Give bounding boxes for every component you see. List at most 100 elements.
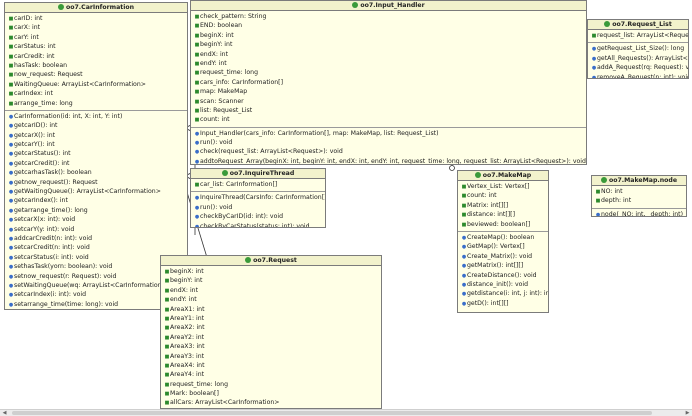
attribute-row[interactable]: ■request_list: ArrayList<Request> bbox=[588, 31, 688, 40]
attribute-row[interactable]: ■AreaY1: int bbox=[161, 314, 381, 323]
method-row[interactable]: ●CarInformation(id: int, X: int, Y: int) bbox=[5, 112, 187, 121]
attribute-row[interactable]: ■distance: int[][] bbox=[458, 210, 548, 219]
attribute-row[interactable]: ■endY: int bbox=[161, 295, 381, 304]
method-text: check(request_list: ArrayList<Request>):… bbox=[200, 148, 343, 156]
attribute-text: AreaX1: int bbox=[170, 305, 205, 313]
attribute-row[interactable]: ■carY: int bbox=[5, 33, 187, 42]
method-row[interactable]: ●CreateMap(): boolean bbox=[458, 233, 548, 242]
method-row[interactable]: ●run(): void bbox=[191, 203, 325, 212]
attribute-row[interactable]: ■END: boolean bbox=[191, 21, 586, 30]
attribute-row[interactable]: ■arrange_time: long bbox=[5, 99, 187, 108]
method-row[interactable]: ●getcarhasTask(): boolean bbox=[5, 168, 187, 177]
method-row[interactable]: ●addcarCredit(n: int): void bbox=[5, 234, 187, 243]
class-inquirethread[interactable]: oo7.InquireThread ■car_list: CarInformat… bbox=[190, 168, 326, 228]
class-header: oo7.InquireThread bbox=[191, 169, 325, 179]
method-row[interactable]: ●run(): void bbox=[191, 138, 586, 147]
method-row[interactable]: ●Input_Handler(cars_info: CarInformation… bbox=[191, 129, 586, 138]
attribute-row[interactable]: ■scan: Scanner bbox=[191, 97, 586, 106]
attribute-row[interactable]: ■now_request: Request bbox=[5, 70, 187, 79]
method-row[interactable]: ●InquireThread(CarsInfo: CarInformation[… bbox=[191, 193, 325, 202]
method-row[interactable]: ●getMatrix(): int[][] bbox=[458, 261, 548, 270]
method-row[interactable]: ●setcarX(x: int): void bbox=[5, 215, 187, 224]
method-row[interactable]: ●getnow_request(): Request bbox=[5, 178, 187, 187]
attribute-row[interactable]: ■NO: int bbox=[592, 187, 686, 196]
attribute-row[interactable]: ■beginY: int bbox=[191, 40, 586, 49]
method-row[interactable]: ●getRequest_List_Size(): long bbox=[588, 44, 688, 53]
method-row[interactable]: ●getcarStatus(): int bbox=[5, 149, 187, 158]
method-row[interactable]: ●checkByCarStatus(status: int): void bbox=[191, 222, 325, 227]
class-makemap-node[interactable]: oo7.MakeMap.node ■NO: int ■depth: int ●no… bbox=[591, 175, 687, 217]
method-row[interactable]: ●getcarX(): int bbox=[5, 131, 187, 140]
attribute-row[interactable]: ■Matrix: int[][] bbox=[458, 201, 548, 210]
methods-section: ●node(_NO: int, _depth: int) bbox=[592, 209, 686, 216]
scroll-right-icon[interactable]: ▶ bbox=[684, 410, 691, 416]
attribute-row[interactable]: ■AreaY3: int bbox=[161, 352, 381, 361]
attribute-row[interactable]: ■carID: int bbox=[5, 14, 187, 23]
method-row[interactable]: ●check(request_list: ArrayList<Request>)… bbox=[191, 147, 586, 156]
attribute-row[interactable]: ■AreaX4: int bbox=[161, 361, 381, 370]
method-row[interactable]: ●node(_NO: int, _depth: int) bbox=[592, 210, 686, 216]
attribute-row[interactable]: ■car_list: CarInformation[] bbox=[191, 180, 325, 189]
method-row[interactable]: ●getWaitingQueue(): ArrayList<CarInforma… bbox=[5, 187, 187, 196]
method-row[interactable]: ●removeA_Request(n: int): void bbox=[588, 73, 688, 78]
attribute-row[interactable]: ■AreaY4: int bbox=[161, 370, 381, 379]
method-row[interactable]: ●getcarCredit(): int bbox=[5, 159, 187, 168]
class-request[interactable]: oo7.Request ■beginX: int ■beginY: int ■end… bbox=[160, 255, 382, 409]
method-row[interactable]: ●GetMap(): Vertex[] bbox=[458, 242, 548, 251]
method-text: getcarY(): int bbox=[14, 141, 55, 149]
attribute-row[interactable]: ■AreaX1: int bbox=[161, 305, 381, 314]
method-row[interactable]: ●getD(): int[][] bbox=[458, 299, 548, 308]
methods-section: ●Input_Handler(cars_info: CarInformation… bbox=[191, 128, 586, 164]
attribute-row[interactable]: ■AreaX2: int bbox=[161, 323, 381, 332]
method-row[interactable]: ●setcarY(y: int): void bbox=[5, 225, 187, 234]
attribute-row[interactable]: ■request_time: long bbox=[161, 380, 381, 389]
attribute-row[interactable]: ■list: Request_List bbox=[191, 106, 586, 115]
attribute-row[interactable]: ■carX: int bbox=[5, 23, 187, 32]
method-text: getcarIndex(): int bbox=[14, 197, 68, 205]
attribute-row[interactable]: ■endY: int bbox=[191, 59, 586, 68]
attribute-row[interactable]: ■depth: int bbox=[592, 196, 686, 205]
method-row[interactable]: ●getcarID(): int bbox=[5, 121, 187, 130]
attribute-row[interactable]: ■count: int bbox=[191, 115, 586, 124]
attribute-row[interactable]: ■beginY: int bbox=[161, 276, 381, 285]
attribute-row[interactable]: ■endX: int bbox=[161, 286, 381, 295]
horizontal-scrollbar[interactable]: ◀ ▶ bbox=[0, 409, 692, 416]
attribute-row[interactable]: ■Mark: boolean[] bbox=[161, 389, 381, 398]
attribute-row[interactable]: ■request_time: long bbox=[191, 68, 586, 77]
method-row[interactable]: ●addtoRequest_Array(beginX: int, beginY:… bbox=[191, 157, 586, 164]
method-row[interactable]: ●getAll_Requests(): ArrayList<Request> bbox=[588, 54, 688, 63]
method-row[interactable]: ●getcarIndex(): int bbox=[5, 196, 187, 205]
scroll-left-icon[interactable]: ◀ bbox=[1, 410, 8, 416]
method-row[interactable]: ●setcarCredit(n: int): void bbox=[5, 243, 187, 252]
attribute-row[interactable]: ■check_pattern: String bbox=[191, 12, 586, 21]
class-request-list[interactable]: oo7.Request_List ■request_list: ArrayLis… bbox=[587, 19, 689, 79]
attribute-row[interactable]: ■carStatus: int bbox=[5, 42, 187, 51]
method-row[interactable]: ●getdistance(i: int, j: int): int bbox=[458, 289, 548, 298]
attribute-row[interactable]: ■map: MakeMap bbox=[191, 87, 586, 96]
method-row[interactable]: ●checkByCarID(id: int): void bbox=[191, 212, 325, 221]
method-text: InquireThread(CarsInfo: CarInformation[]… bbox=[200, 194, 325, 202]
attribute-row[interactable]: ■Vertex_List: Vertex[] bbox=[458, 182, 548, 191]
method-row[interactable]: ●Create_Matrix(): void bbox=[458, 252, 548, 261]
attribute-row[interactable]: ■cars_info: CarInformation[] bbox=[191, 78, 586, 87]
attribute-row[interactable]: ■endX: int bbox=[191, 50, 586, 59]
attribute-row[interactable]: ■hasTask: boolean bbox=[5, 61, 187, 70]
method-row[interactable]: ●CreateDistance(): void bbox=[458, 271, 548, 280]
attribute-row[interactable]: ■carCredit: int bbox=[5, 52, 187, 61]
attribute-row[interactable]: ■beginX: int bbox=[161, 267, 381, 276]
class-input-handler[interactable]: oo7.Input_Handler ■check_pattern: String… bbox=[190, 0, 587, 165]
attribute-row[interactable]: ■AreaX3: int bbox=[161, 342, 381, 351]
method-row[interactable]: ●addA_Request(rq: Request): void bbox=[588, 63, 688, 72]
attribute-row[interactable]: ■allCars: ArrayList<CarInformation> bbox=[161, 398, 381, 407]
attribute-row[interactable]: ■beviewed: boolean[] bbox=[458, 220, 548, 229]
method-row[interactable]: ●getarrange_time(): long bbox=[5, 206, 187, 215]
attribute-row[interactable]: ■count: int bbox=[458, 191, 548, 200]
scroll-thumb[interactable] bbox=[12, 411, 652, 415]
attribute-row[interactable]: ■WaitingQueue: ArrayList<CarInformation> bbox=[5, 80, 187, 89]
method-row[interactable]: ●getcarY(): int bbox=[5, 140, 187, 149]
attribute-row[interactable]: ■beginX: int bbox=[191, 31, 586, 40]
method-row[interactable]: ●distance_init(): void bbox=[458, 280, 548, 289]
class-makemap[interactable]: oo7.MakeMap ■Vertex_List: Vertex[] ■count… bbox=[457, 170, 549, 313]
attribute-row[interactable]: ■AreaY2: int bbox=[161, 333, 381, 342]
attribute-row[interactable]: ■carIndex: int bbox=[5, 89, 187, 98]
